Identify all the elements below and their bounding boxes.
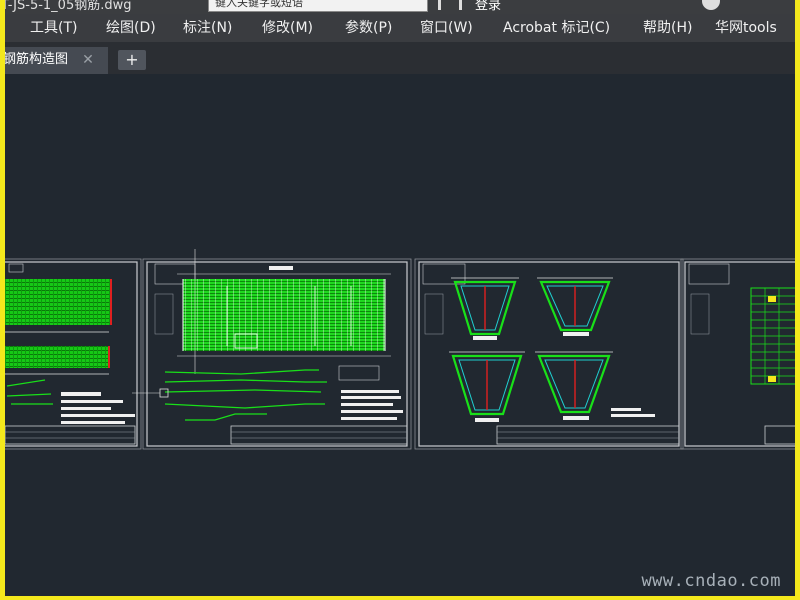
close-icon[interactable]: ✕ (79, 51, 97, 69)
sign-in-link[interactable]: 登录 (475, 0, 501, 13)
menu-item[interactable]: 华网tools (715, 14, 777, 42)
watermark: www.cndao.com (641, 571, 781, 591)
search-input[interactable]: 键入关键字或短语 (208, 0, 428, 12)
document-tab-bar: 钢筋构造图 ✕ + (5, 42, 795, 74)
autocad-window: T-JS-5-1_05钢筋.dwg 键入关键字或短语 登录 工具(T) 绘图(D)… (5, 0, 795, 596)
menu-item[interactable]: 参数(P) (345, 14, 392, 42)
menu-item[interactable]: 绘图(D) (106, 14, 156, 42)
menu-item[interactable]: 工具(T) (30, 14, 77, 42)
title-bar: T-JS-5-1_05钢筋.dwg 键入关键字或短语 登录 (5, 0, 795, 14)
menu-item[interactable]: 修改(M) (262, 14, 313, 42)
drawing-sheet-2 (132, 249, 412, 450)
drawing-canvas[interactable] (5, 74, 795, 596)
tab-rebar-drawing[interactable]: 钢筋构造图 ✕ (5, 47, 108, 74)
menu-item[interactable]: 窗口(W) (420, 14, 473, 42)
help-icon[interactable] (702, 0, 720, 10)
menu-item[interactable]: Acrobat 标记(C) (503, 14, 610, 42)
drawing-sheet-4 (680, 258, 795, 450)
menu-item[interactable]: 帮助(H) (643, 14, 692, 42)
menu-item[interactable]: 标注(N) (183, 14, 232, 42)
tab-label: 钢筋构造图 (5, 52, 69, 67)
new-tab-button[interactable]: + (118, 50, 146, 70)
drawing-sheet-3 (414, 258, 684, 450)
menu-bar: 工具(T) 绘图(D) 标注(N) 修改(M) 参数(P) 窗口(W) Acrobat 标记… (5, 14, 795, 42)
window-title: T-JS-5-1_05钢筋.dwg (5, 0, 132, 13)
binoculars-icon[interactable] (438, 0, 462, 10)
drawing-sheet-1 (5, 258, 142, 450)
